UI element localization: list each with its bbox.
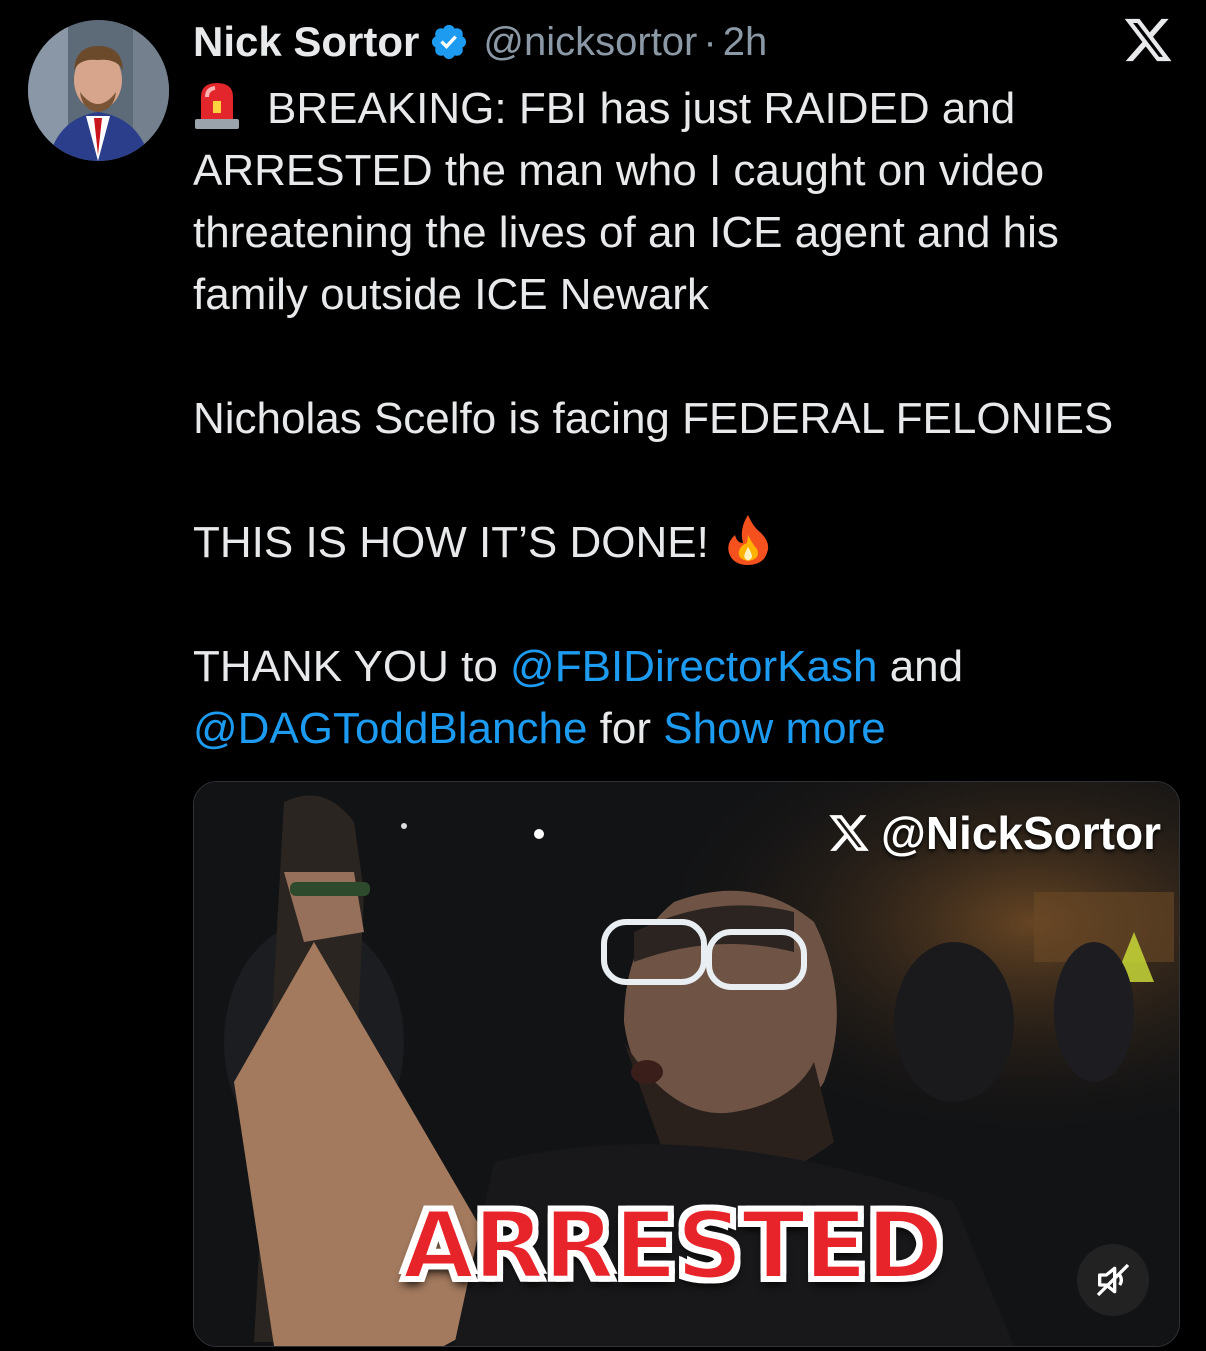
show-more-link[interactable]: Show more (663, 704, 886, 753)
for-text: for (587, 704, 664, 753)
tweet-paragraph-3: THIS IS HOW IT’S DONE! (193, 512, 1183, 574)
verified-badge-icon (432, 24, 467, 60)
tweet-body: BREAKING: FBI has just RAIDED and ARREST… (193, 78, 1183, 760)
and-text: and (877, 642, 964, 691)
timestamp[interactable]: 2h (723, 20, 768, 65)
video-watermark: @NickSortor (827, 806, 1161, 860)
thank-you-text: THANK YOU to (193, 642, 511, 691)
fire-emoji (728, 515, 768, 565)
mention-dagtoddblanche[interactable]: @DAGToddBlanche (193, 704, 587, 753)
mute-button[interactable] (1077, 1244, 1149, 1316)
police-siren-emoji (195, 83, 239, 129)
x-logo-icon (829, 815, 869, 851)
separator-dot: · (703, 19, 717, 64)
arrested-overlay-text: ARRESTED (400, 1190, 946, 1303)
x-logo-icon (1124, 18, 1172, 62)
tweet-header: Nick Sortor @nicksortor · 2h (193, 14, 767, 70)
done-text: THIS IS HOW IT’S DONE! (193, 518, 709, 567)
muted-speaker-icon (1096, 1263, 1130, 1297)
video-player[interactable]: @NickSortor ARRESTED (193, 781, 1180, 1347)
avatar[interactable] (28, 20, 169, 161)
author-name[interactable]: Nick Sortor (193, 18, 419, 66)
author-handle[interactable]: @nicksortor (483, 20, 697, 65)
tweet-paragraph-2: Nicholas Scelfo is facing FEDERAL FELONI… (193, 394, 1114, 443)
mention-fbidirectorkash[interactable]: @FBIDirectorKash (510, 642, 877, 691)
tweet-paragraph-1: BREAKING: FBI has just RAIDED and ARREST… (193, 78, 1183, 326)
watermark-handle: @NickSortor (880, 807, 1161, 859)
tweet-paragraph-4: THANK YOU to @FBIDirectorKash and @DAGTod… (193, 636, 1183, 760)
breaking-text: BREAKING: FBI has just RAIDED and ARREST… (193, 84, 1059, 319)
